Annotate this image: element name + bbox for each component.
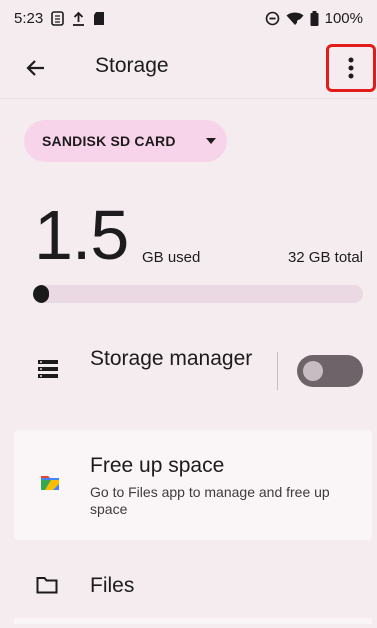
- free-up-space-subtitle: Go to Files app to manage and free up sp…: [90, 484, 330, 517]
- page-title: Storage: [95, 54, 169, 77]
- sd-card-icon: [93, 11, 105, 26]
- folder-icon: [36, 576, 58, 594]
- status-bar: 5:23 100%: [0, 0, 377, 36]
- used-storage-value: 1.5: [34, 196, 129, 274]
- back-button[interactable]: [20, 52, 52, 84]
- storage-manager-label: Storage manager: [90, 347, 253, 370]
- storage-progress-fill: [33, 285, 49, 303]
- upload-icon: [72, 11, 85, 26]
- files-label: Files: [90, 574, 135, 597]
- free-up-space-card[interactable]: Free up space Go to Files app to manage …: [14, 430, 372, 540]
- files-row[interactable]: Files: [0, 560, 377, 612]
- bottom-card-edge: [14, 618, 372, 624]
- dropdown-arrow-icon: [205, 135, 217, 147]
- toggle-knob: [303, 361, 323, 381]
- status-left: 5:23: [14, 10, 105, 27]
- storage-progress-bar: [33, 285, 363, 303]
- status-right: 100%: [265, 10, 363, 27]
- app-bar-divider: [0, 98, 377, 99]
- storage-list-icon: [38, 360, 58, 378]
- storage-manager-toggle[interactable]: [297, 355, 363, 387]
- storage-volume-label: SANDISK SD CARD: [42, 133, 176, 149]
- storage-manager-row[interactable]: Storage manager: [0, 336, 377, 406]
- status-time: 5:23: [14, 9, 44, 27]
- more-options-button[interactable]: [326, 44, 376, 92]
- total-storage: 32 GB total: [287, 249, 363, 266]
- wifi-icon: [286, 11, 304, 26]
- app-bar: Storage: [0, 36, 377, 98]
- free-up-space-title: Free up space: [90, 454, 225, 477]
- used-storage-unit: GB used: [142, 249, 201, 266]
- row-separator: [277, 352, 278, 390]
- storage-volume-selector[interactable]: SANDISK SD CARD: [24, 120, 227, 162]
- more-vert-icon: [348, 57, 354, 79]
- files-app-icon: [39, 474, 61, 492]
- battery-percent: 100%: [324, 9, 363, 27]
- do-not-disturb-icon: [265, 11, 280, 26]
- arrow-back-icon: [26, 60, 44, 76]
- sim-card-icon: [51, 10, 65, 26]
- battery-icon: [310, 10, 319, 26]
